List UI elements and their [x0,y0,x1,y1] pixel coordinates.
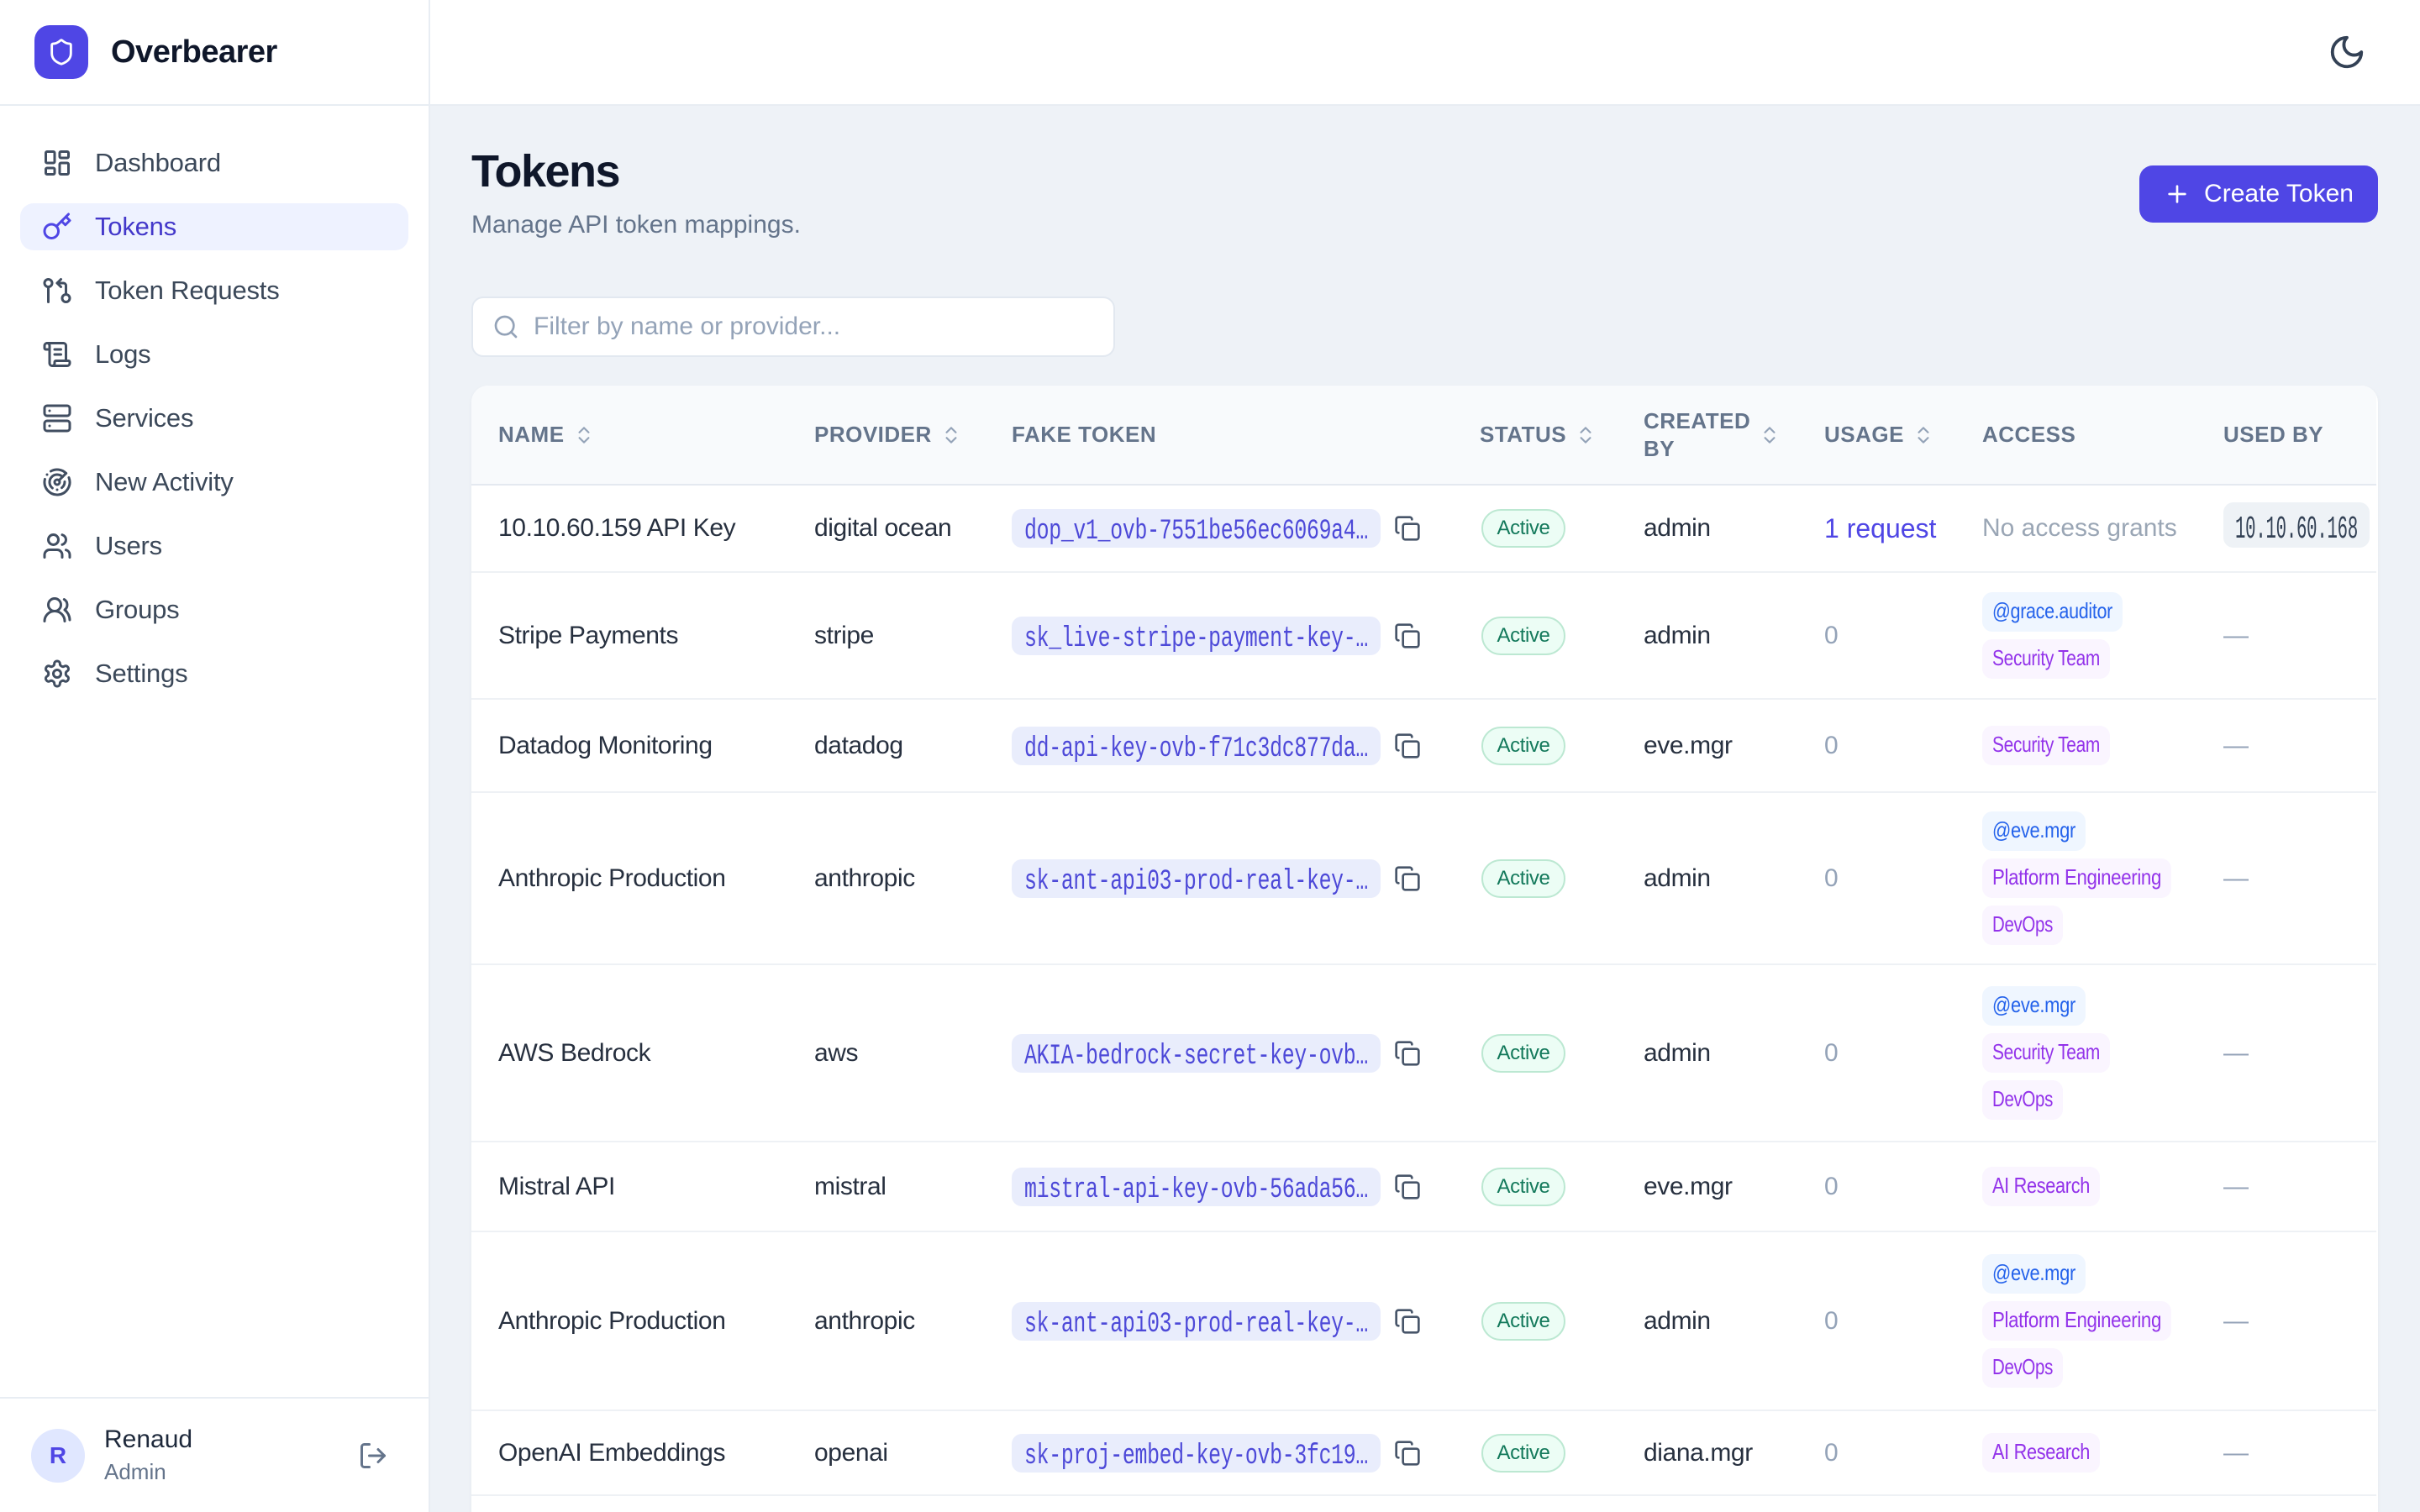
svg-text:sk_live-stripe-payment-key-…: sk_live-stripe-payment-key-… [1024,623,1368,655]
svg-text:dop_v1_ovb-7551be56ec6069a4…: dop_v1_ovb-7551be56ec6069a4… [1024,516,1368,548]
svg-text:@eve.mgr: @eve.mgr [1992,1260,2075,1285]
svg-text:DevOps: DevOps [1992,1354,2053,1379]
svg-text:sk-ant-api03-prod-real-key-…: sk-ant-api03-prod-real-key-… [1024,1309,1368,1341]
svg-text:DevOps: DevOps [1992,911,2053,937]
svg-text:Security Team: Security Team [1992,645,2100,670]
svg-text:sk-proj-embed-key-ovb-3fc19…: sk-proj-embed-key-ovb-3fc19… [1024,1441,1368,1473]
svg-text:mistral-api-key-ovb-56ada56…: mistral-api-key-ovb-56ada56… [1024,1174,1368,1206]
svg-text:@eve.mgr: @eve.mgr [1992,992,2075,1017]
svg-text:@grace.auditor: @grace.auditor [1992,598,2112,623]
svg-text:sk-ant-api03-prod-real-key-…: sk-ant-api03-prod-real-key-… [1024,866,1368,898]
svg-text:Security Team: Security Team [1992,1039,2100,1064]
svg-text:Security Team: Security Team [1992,732,2100,757]
svg-text:AI Research: AI Research [1992,1173,2090,1198]
svg-text:AI Research: AI Research [1992,1439,2090,1464]
svg-text:DevOps: DevOps [1992,1086,2053,1111]
svg-text:dd-api-key-ovb-f71c3dc877da…: dd-api-key-ovb-f71c3dc877da… [1024,733,1368,765]
svg-text:10.10.60.168: 10.10.60.168 [2235,512,2358,548]
svg-text:Platform Engineering: Platform Engineering [1992,1307,2161,1332]
svg-text:@eve.mgr: @eve.mgr [1992,817,2075,843]
svg-text:Platform Engineering: Platform Engineering [1992,864,2161,890]
svg-text:AKIA-bedrock-secret-key-ovb…: AKIA-bedrock-secret-key-ovb… [1024,1041,1368,1073]
